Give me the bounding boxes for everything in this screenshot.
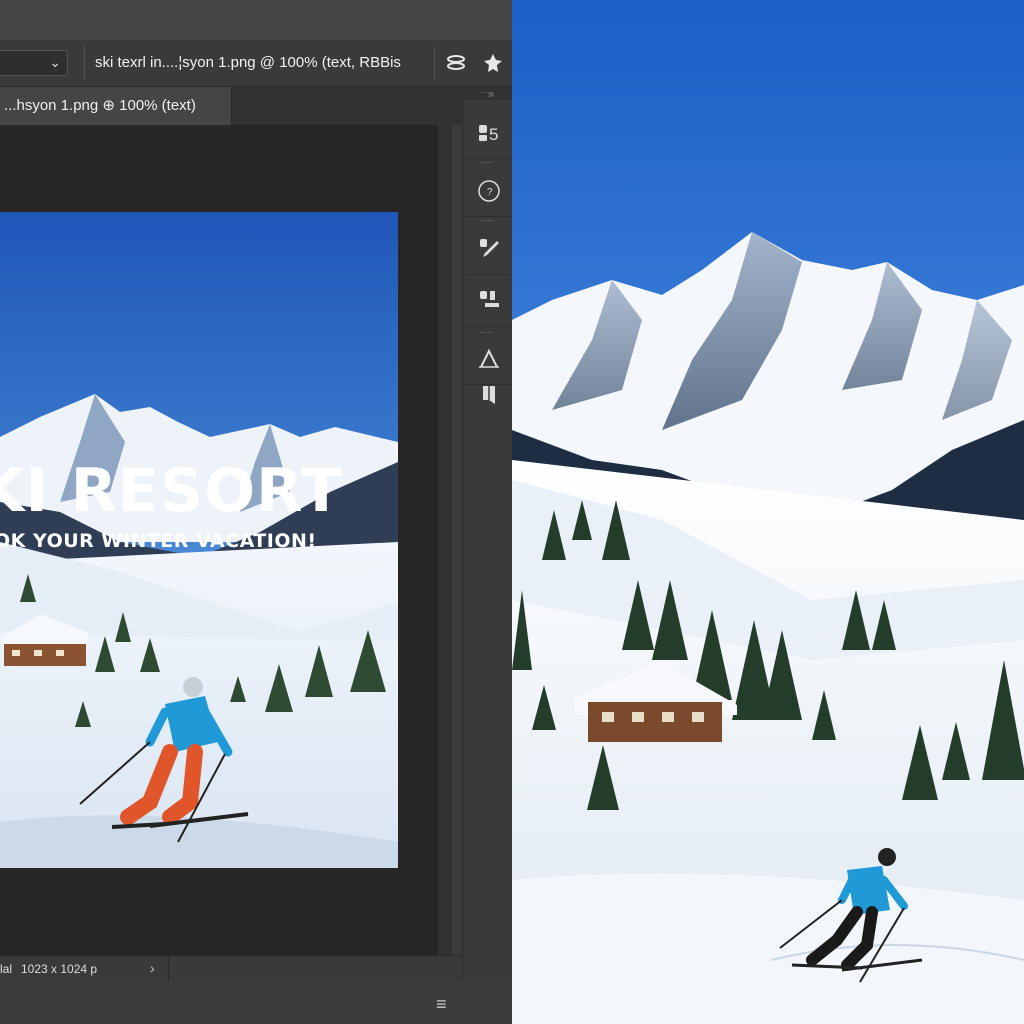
bottom-bar: ≡ xyxy=(0,982,512,1024)
tool-preset-dropdown[interactable]: ⌄ xyxy=(0,50,68,76)
ski-photo xyxy=(512,0,1024,1024)
divider xyxy=(168,956,169,983)
document-dimensions: 1023 x 1024 p xyxy=(21,962,98,976)
clone-source-button[interactable] xyxy=(465,276,511,327)
tab-label: ...hsyon 1.png ⊕ 100% (text) xyxy=(4,97,196,114)
history-label: 5 xyxy=(489,125,498,144)
divider xyxy=(434,46,435,80)
grip[interactable] xyxy=(481,220,493,223)
info-icon: ? xyxy=(478,180,500,202)
menu-icon[interactable]: ≡ xyxy=(436,994,447,1015)
panel-dock: 5 ? xyxy=(462,92,512,980)
photoshop-window: ⌄ ski texrl in....¦syon 1.png @ 100% (te… xyxy=(0,0,512,1024)
grip[interactable] xyxy=(481,92,493,95)
brush-icon xyxy=(480,239,499,257)
divider xyxy=(84,46,85,80)
status-bar: lal 1023 x 1024 p › xyxy=(0,955,512,983)
brush-settings-icon[interactable] xyxy=(445,52,467,74)
chevron-right-icon[interactable]: › xyxy=(150,960,155,976)
chevron-down-icon: ⌄ xyxy=(49,54,61,70)
history-icon: 5 xyxy=(479,125,498,144)
grip[interactable] xyxy=(481,162,493,165)
paragraph-icon xyxy=(483,386,495,404)
type-icon xyxy=(479,348,499,368)
document-title: ski texrl in....¦syon 1.png @ 100% (text… xyxy=(95,54,401,71)
history-button[interactable]: 5 xyxy=(465,108,511,159)
svg-text:?: ? xyxy=(487,187,493,198)
poster-canvas[interactable]: KI RESORT OK YOUR WINTER VACATION! xyxy=(0,212,398,868)
tab-document[interactable]: ...hsyon 1.png ⊕ 100% (text) xyxy=(0,87,232,125)
puppet-icon[interactable] xyxy=(482,52,504,74)
info-button[interactable]: ? xyxy=(465,166,511,217)
zoom-label: lal xyxy=(0,962,13,976)
paragraph-button[interactable] xyxy=(465,370,511,420)
brush-panel-button[interactable] xyxy=(465,224,511,275)
poster-title[interactable]: KI RESORT xyxy=(0,456,343,526)
vertical-scrollbar[interactable] xyxy=(438,125,452,955)
poster-subtitle[interactable]: OK YOUR WINTER VACATION! xyxy=(0,530,317,552)
clone-stamp-icon xyxy=(480,291,499,307)
tab-bar: ...hsyon 1.png ⊕ 100% (text) » xyxy=(0,87,512,125)
ski-photo-artwork xyxy=(512,0,1024,1024)
menu-strip xyxy=(0,0,512,41)
